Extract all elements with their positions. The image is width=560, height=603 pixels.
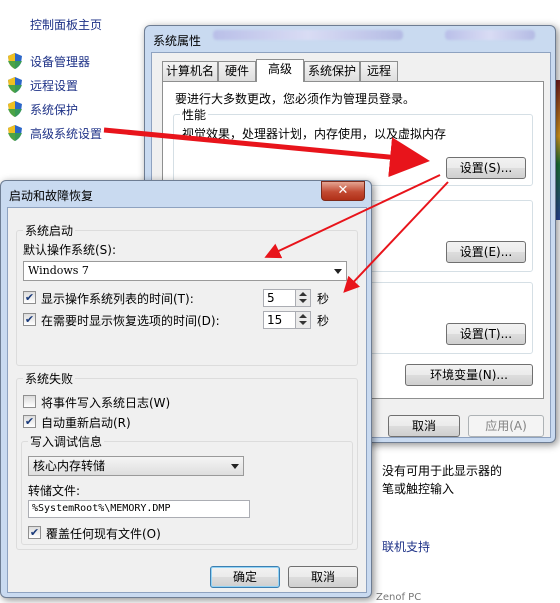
chevron-down-icon [231,464,239,469]
dialog-title: 系统属性 [153,34,202,48]
environment-variables-button[interactable]: 环境变量(N)... [405,364,533,386]
recovery-time-value: 15 [267,313,283,327]
tab-system-protection[interactable]: 系统保护 [304,61,360,81]
sidebar-link-advanced-settings[interactable]: 高级系统设置 [8,124,102,142]
bottom-fragment-text: Zenof PC [376,592,422,603]
recovery-time-unit: 秒 [317,314,330,328]
tab-computer-name[interactable]: 计算机名 [162,61,218,81]
default-os-label: 默认操作系统(S): [23,243,117,257]
os-list-time-unit: 秒 [317,292,330,306]
tab-advanced[interactable]: 高级 [256,59,304,82]
blurred-title-area [445,30,535,40]
os-list-time-value: 5 [267,291,275,305]
show-recovery-label: 在需要时显示恢复选项的时间(D): [41,314,220,328]
sidebar-link-label: 高级系统设置 [30,126,103,141]
online-support-link[interactable]: 联机支持 [382,538,430,555]
debug-info-select[interactable]: 核心内存转储 [28,456,244,476]
blurred-title-area [213,30,403,40]
default-os-select[interactable]: Windows 7 [23,261,347,281]
os-list-time-spinner[interactable]: 5 [263,289,311,307]
spinner-arrows-icon[interactable] [295,290,310,306]
ok-button[interactable]: 确定 [210,566,280,588]
system-failure-caption: 系统失败 [23,370,76,387]
close-icon[interactable]: ✕ [321,181,365,201]
control-panel-home-link[interactable]: 控制面板主页 [30,16,102,33]
overwrite-label: 覆盖任何现有文件(O) [46,527,161,541]
sidebar-link-label: 远程设置 [30,78,79,93]
show-os-list-checkbox[interactable]: ✔ [23,291,36,304]
uac-shield-icon [8,53,22,69]
startup-recovery-dialog: 启动和故障恢复 ✕ 系统启动 默认操作系统(S): Windows 7 ✔ 显示… [0,180,372,598]
system-failure-group: 系统失败 将事件写入系统日志(W) ✔ 自动重新启动(R) 写入调试信息 核心内… [16,370,358,550]
sidebar-link-device-manager[interactable]: 设备管理器 [8,52,90,70]
dump-file-label: 转储文件: [28,484,81,498]
sidebar-link-label: 设备管理器 [30,54,91,69]
uac-shield-icon [8,101,22,117]
recovery-time-spinner[interactable]: 15 [263,311,311,329]
sysprops-cancel-button[interactable]: 取消 [388,415,460,437]
debug-info-value: 核心内存转储 [33,459,106,473]
performance-group-caption: 性能 [180,106,209,123]
write-event-checkbox[interactable] [23,395,36,408]
admin-note: 要进行大多数更改，您必须作为管理员登录。 [175,92,416,106]
pen-touch-line-1: 没有可用于此显示器的 [382,464,503,478]
dialog-client-area: 系统启动 默认操作系统(S): Windows 7 ✔ 显示操作系统列表的时间(… [7,207,367,593]
startup-cancel-button[interactable]: 取消 [288,566,358,588]
chevron-down-icon [334,269,342,274]
debug-info-group: 写入调试信息 核心内存转储 转储文件: %SystemRoot%\MEMORY.… [21,433,353,545]
profile-settings-button[interactable]: 设置(E)... [446,241,526,263]
auto-restart-checkbox[interactable]: ✔ [23,415,36,428]
uac-shield-icon [8,77,22,93]
default-os-value: Windows 7 [28,264,89,277]
tab-remote[interactable]: 远程 [360,61,398,81]
tab-hardware[interactable]: 硬件 [218,61,256,81]
startup-settings-button[interactable]: 设置(T)... [446,323,526,345]
overwrite-checkbox[interactable]: ✔ [28,526,41,539]
sidebar-link-label: 系统保护 [30,102,79,117]
system-startup-caption: 系统启动 [23,222,76,239]
pen-touch-line-2: 笔或触控输入 [382,482,455,496]
performance-settings-button[interactable]: 设置(S)... [446,157,526,179]
show-recovery-checkbox[interactable]: ✔ [23,313,36,326]
spinner-arrows-icon[interactable] [295,312,310,328]
auto-restart-label: 自动重新启动(R) [41,416,131,430]
uac-shield-icon [8,125,22,141]
dialog-title: 启动和故障恢复 [9,189,94,203]
performance-group: 性能 视觉效果，处理器计划，内存使用，以及虚拟内存 设置(S)... [173,106,533,186]
system-startup-group: 系统启动 默认操作系统(S): Windows 7 ✔ 显示操作系统列表的时间(… [16,222,358,366]
performance-description: 视觉效果，处理器计划，内存使用，以及虚拟内存 [182,127,447,141]
sysprops-apply-button[interactable]: 应用(A) [468,415,544,437]
debug-info-caption: 写入调试信息 [28,433,105,450]
sidebar-link-remote-settings[interactable]: 远程设置 [8,76,78,94]
show-os-list-label: 显示操作系统列表的时间(T): [41,292,194,306]
sidebar-link-system-protection[interactable]: 系统保护 [8,100,78,118]
write-event-label: 将事件写入系统日志(W) [41,396,171,410]
dump-file-input[interactable]: %SystemRoot%\MEMORY.DMP [28,500,250,518]
